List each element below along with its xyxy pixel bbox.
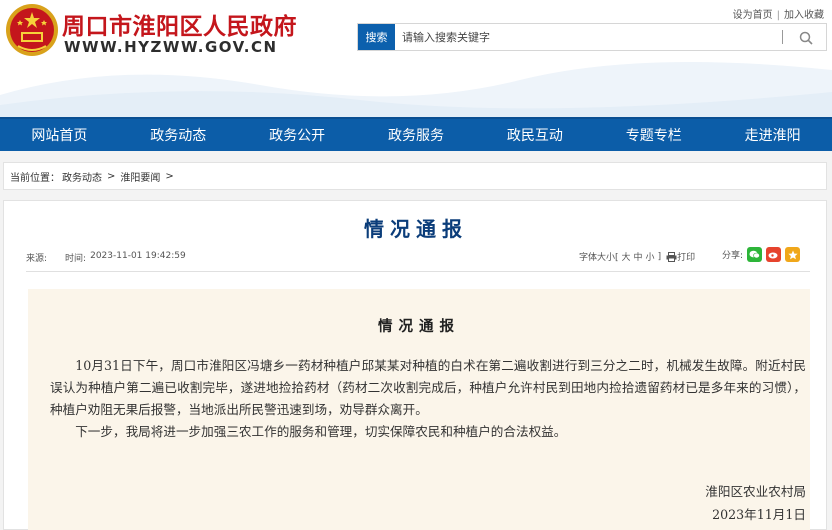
time-label: 时间: (65, 254, 87, 264)
nav-item-interaction[interactable]: 政民互动 (475, 117, 595, 151)
add-favorite-link[interactable]: 加入收藏 (784, 10, 824, 21)
site-url: WWW.HYZWW.GOV.CN (64, 38, 278, 56)
site-name: 周口市淮阳区人民政府 (62, 13, 297, 40)
nav-item-home[interactable]: 网站首页 (0, 117, 119, 151)
favorite-icon[interactable] (785, 247, 801, 262)
print-label: 打印 (677, 253, 696, 263)
font-size-large[interactable]: 大 (622, 250, 631, 263)
set-homepage-link[interactable]: 设为首页 (733, 10, 773, 21)
share-bar: 分享: (722, 247, 801, 262)
search-button[interactable]: 搜索 (358, 24, 395, 50)
print-button[interactable]: 打印 (666, 250, 698, 263)
nav-item-topics[interactable]: 专题专栏 (594, 117, 714, 151)
breadcrumb-item-news[interactable]: 政务动态 (62, 169, 102, 184)
search-input[interactable] (398, 26, 768, 48)
search-divider (782, 30, 783, 44)
weibo-icon[interactable] (766, 247, 782, 262)
breadcrumb-separator: > (107, 170, 116, 182)
nav-item-news[interactable]: 政务动态 (118, 117, 238, 151)
signature-date: 2023年11月1日 (712, 507, 806, 522)
search-bar: 搜索 (357, 23, 827, 51)
font-size-small[interactable]: 小 (646, 250, 655, 263)
share-label: 分享: (722, 251, 744, 261)
top-links: 设为首页 | 加入收藏 (732, 10, 824, 21)
main-nav: 网站首页 政务动态 政务公开 政务服务 政民互动 专题专栏 走进淮阳 (0, 117, 832, 151)
paragraph: 下一步，我局将进一步加强三农工作的服务和管理，切实保障农民和种植户的合法权益。 (75, 424, 567, 439)
font-size-control: 字体大小[ 大 中 小 ] 打印 (579, 250, 701, 263)
font-size-label: 字体大小[ (579, 253, 619, 263)
content-title: 情况通报 (378, 318, 460, 335)
article-meta: 来源: 时间: 2023-11-01 19:42:59 (26, 251, 186, 264)
nav-item-open-government[interactable]: 政务公开 (237, 117, 357, 151)
breadcrumb-item-huaiyang-news[interactable]: 淮阳要闻 (120, 169, 160, 184)
wechat-icon[interactable] (747, 247, 763, 262)
meta-divider (26, 271, 810, 272)
nav-item-about-huaiyang[interactable]: 走进淮阳 (713, 117, 832, 151)
article-content: 情况通报 10月31日下午，周口市淮阳区冯塘乡一药材种植户邱某某对种植的白术在第… (28, 289, 810, 530)
breadcrumb-separator: > (165, 170, 174, 182)
printer-icon (666, 251, 677, 262)
search-icon[interactable] (798, 30, 814, 46)
signature-org: 淮阳区农业农村局 (705, 484, 806, 499)
national-emblem-icon (6, 4, 58, 56)
article-card: 情况通报 来源: 时间: 2023-11-01 19:42:59 字体大小[ 大… (3, 200, 827, 530)
nav-item-services[interactable]: 政务服务 (356, 117, 476, 151)
content-body: 10月31日下午，周口市淮阳区冯塘乡一药材种植户邱某某对种植的白术在第二遍收割进… (50, 355, 806, 443)
breadcrumb: 当前位置： 政务动态 > 淮阳要闻 > (3, 162, 827, 190)
paragraph: 10月31日下午，周口市淮阳区冯塘乡一药材种植户邱某某对种植的白术在第二遍收割进… (50, 358, 806, 417)
source-label: 来源: (26, 254, 48, 264)
signature-block: 淮阳区农业农村局 2023年11月1日 (705, 480, 806, 526)
article-title: 情况通报 (364, 217, 468, 241)
site-header: 设为首页 | 加入收藏 周口市淮阳区人民政府 WWW.HYZWW.GOV.CN 搜索 (0, 0, 832, 117)
font-size-medium[interactable]: 中 (634, 250, 643, 263)
breadcrumb-label: 当前位置： (10, 172, 60, 184)
publish-time: 2023-11-01 19:42:59 (90, 251, 186, 261)
font-size-close: ] (657, 251, 662, 262)
